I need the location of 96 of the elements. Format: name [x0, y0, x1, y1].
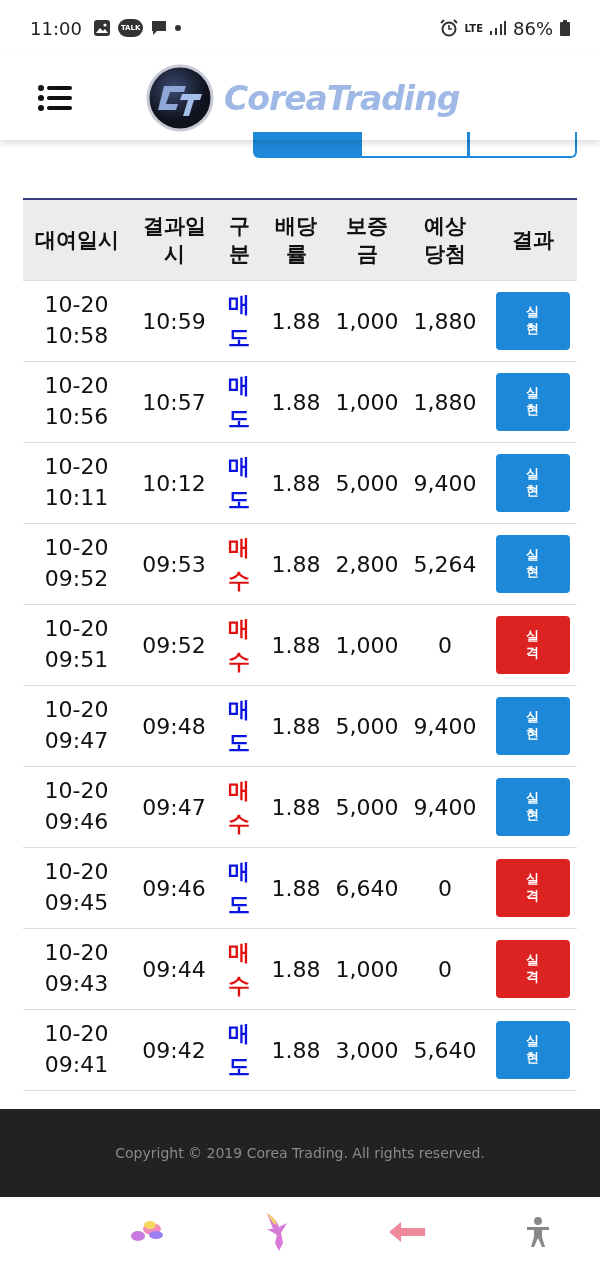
- table-cell-text: 09:48: [141, 713, 207, 739]
- battery-level: 86%: [513, 17, 553, 39]
- table-cell-text: 1.88: [270, 389, 322, 415]
- table-cell-text: 0: [437, 632, 453, 658]
- trade-type: 매도: [228, 858, 250, 919]
- clock: 11:00: [30, 17, 82, 39]
- table-cell-text: 10-20 09:41: [43, 1020, 110, 1079]
- accessibility-icon[interactable]: [525, 1217, 550, 1247]
- tab[interactable]: [469, 132, 577, 158]
- table-cell-text: 3,000: [334, 1037, 400, 1063]
- trade-type: 매도: [228, 291, 250, 352]
- column-header: 예상당첨: [423, 213, 467, 268]
- tab[interactable]: [361, 132, 469, 158]
- column-header: 결과: [510, 227, 555, 254]
- table-cell-text: 09:47: [141, 794, 207, 820]
- table-cell-text: 10:59: [141, 308, 207, 334]
- table-cell-text: 1.88: [270, 713, 322, 739]
- table-cell-text: 1.88: [270, 308, 322, 334]
- table-cell-text: 1,000: [334, 389, 400, 415]
- table-cell-text: 1,000: [334, 632, 400, 658]
- table-cell-text: 1.88: [270, 470, 322, 496]
- result-button[interactable]: 실현: [495, 778, 570, 836]
- table-cell-text: 1.88: [270, 551, 322, 577]
- column-header: 배당률: [274, 213, 318, 268]
- result-button[interactable]: 실현: [495, 1021, 570, 1079]
- column-header: 구분: [227, 213, 251, 268]
- trade-type: 매수: [228, 939, 250, 1000]
- table-cell-text: 10-20 10:56: [43, 372, 110, 431]
- table-cell-text: 10-20 09:46: [43, 777, 110, 836]
- trade-type: 매수: [228, 777, 250, 838]
- table-cell-text: 1.88: [270, 1037, 322, 1063]
- table-cell-text: 10-20 09:52: [43, 534, 110, 593]
- back-arrow-icon[interactable]: [389, 1222, 426, 1242]
- trade-type: 매수: [228, 534, 250, 595]
- battery-icon: [560, 20, 570, 36]
- chat-icon: [150, 19, 169, 37]
- trade-type: 매수: [228, 615, 250, 676]
- column-header: 보증금: [345, 213, 389, 268]
- network-label: LTE: [464, 22, 483, 34]
- table-cell-text: 5,000: [334, 713, 400, 739]
- trade-type: 매도: [228, 696, 250, 757]
- result-button[interactable]: 실현: [495, 454, 570, 512]
- trade-type: 매도: [228, 372, 250, 433]
- table-cell-text: 1.88: [270, 794, 322, 820]
- menu-icon[interactable]: [38, 85, 72, 111]
- table-cell-text: 10-20 10:58: [43, 291, 110, 350]
- table-cell-text: 0: [437, 956, 453, 982]
- table-cell-text: 09:46: [141, 875, 207, 901]
- table-cell-text: 10:57: [141, 389, 207, 415]
- result-button[interactable]: 실격: [495, 616, 570, 674]
- result-button[interactable]: 실현: [495, 292, 570, 350]
- result-button[interactable]: 실격: [495, 940, 570, 998]
- table-cell-text: 9,400: [412, 713, 478, 739]
- flower-icon[interactable]: [130, 1221, 165, 1243]
- signal-icon: [490, 21, 506, 35]
- table-cell-text: 10-20 09:45: [43, 858, 110, 917]
- trade-type: 매도: [228, 1020, 250, 1081]
- table-cell-text: 5,000: [334, 794, 400, 820]
- result-button[interactable]: 실현: [495, 535, 570, 593]
- result-button[interactable]: 실현: [495, 697, 570, 755]
- table-cell-text: 1.88: [270, 632, 322, 658]
- bird-icon[interactable]: [264, 1213, 289, 1251]
- table-cell-text: 9,400: [412, 794, 478, 820]
- table-cell-text: 0: [437, 875, 453, 901]
- table-cell-text: 9,400: [412, 470, 478, 496]
- alarm-icon: [439, 19, 458, 37]
- table-cell-text: 10-20 09:51: [43, 615, 110, 674]
- result-button[interactable]: 실격: [495, 859, 570, 917]
- table-cell-text: 1,000: [334, 308, 400, 334]
- table-cell-text: 1,880: [412, 389, 478, 415]
- table-cell-text: 6,640: [334, 875, 400, 901]
- table-cell-text: 1.88: [270, 875, 322, 901]
- copyright-text: Copyright © 2019 Corea Trading. All rights reserved.: [115, 1145, 485, 1161]
- table-cell-text: 1.88: [270, 956, 322, 982]
- result-button[interactable]: 실현: [495, 373, 570, 431]
- table-cell-text: 5,000: [334, 470, 400, 496]
- image-icon: [92, 19, 111, 37]
- table-cell-text: 10-20 09:43: [43, 939, 110, 998]
- table-cell-text: 5,640: [412, 1037, 478, 1063]
- logo-icon: [146, 64, 214, 132]
- table-cell-text: 2,800: [334, 551, 400, 577]
- table-cell-text: 09:52: [141, 632, 207, 658]
- table-cell-text: 09:53: [141, 551, 207, 577]
- table-cell-text: 5,264: [412, 551, 478, 577]
- dot-icon: [175, 25, 182, 31]
- table-cell-text: 10-20 09:47: [43, 696, 110, 755]
- column-header: 결과일시: [141, 213, 207, 268]
- logo-text: CoreaTrading: [224, 78, 460, 118]
- table-cell-text: 10:12: [141, 470, 207, 496]
- trade-type: 매도: [228, 453, 250, 514]
- table-cell-text: 09:42: [141, 1037, 207, 1063]
- table-cell-text: 09:44: [141, 956, 207, 982]
- column-header: 대여일시: [33, 227, 120, 254]
- table-cell-text: 1,880: [412, 308, 478, 334]
- table-cell-text: 1,000: [334, 956, 400, 982]
- table-cell-text: 10-20 10:11: [43, 453, 110, 512]
